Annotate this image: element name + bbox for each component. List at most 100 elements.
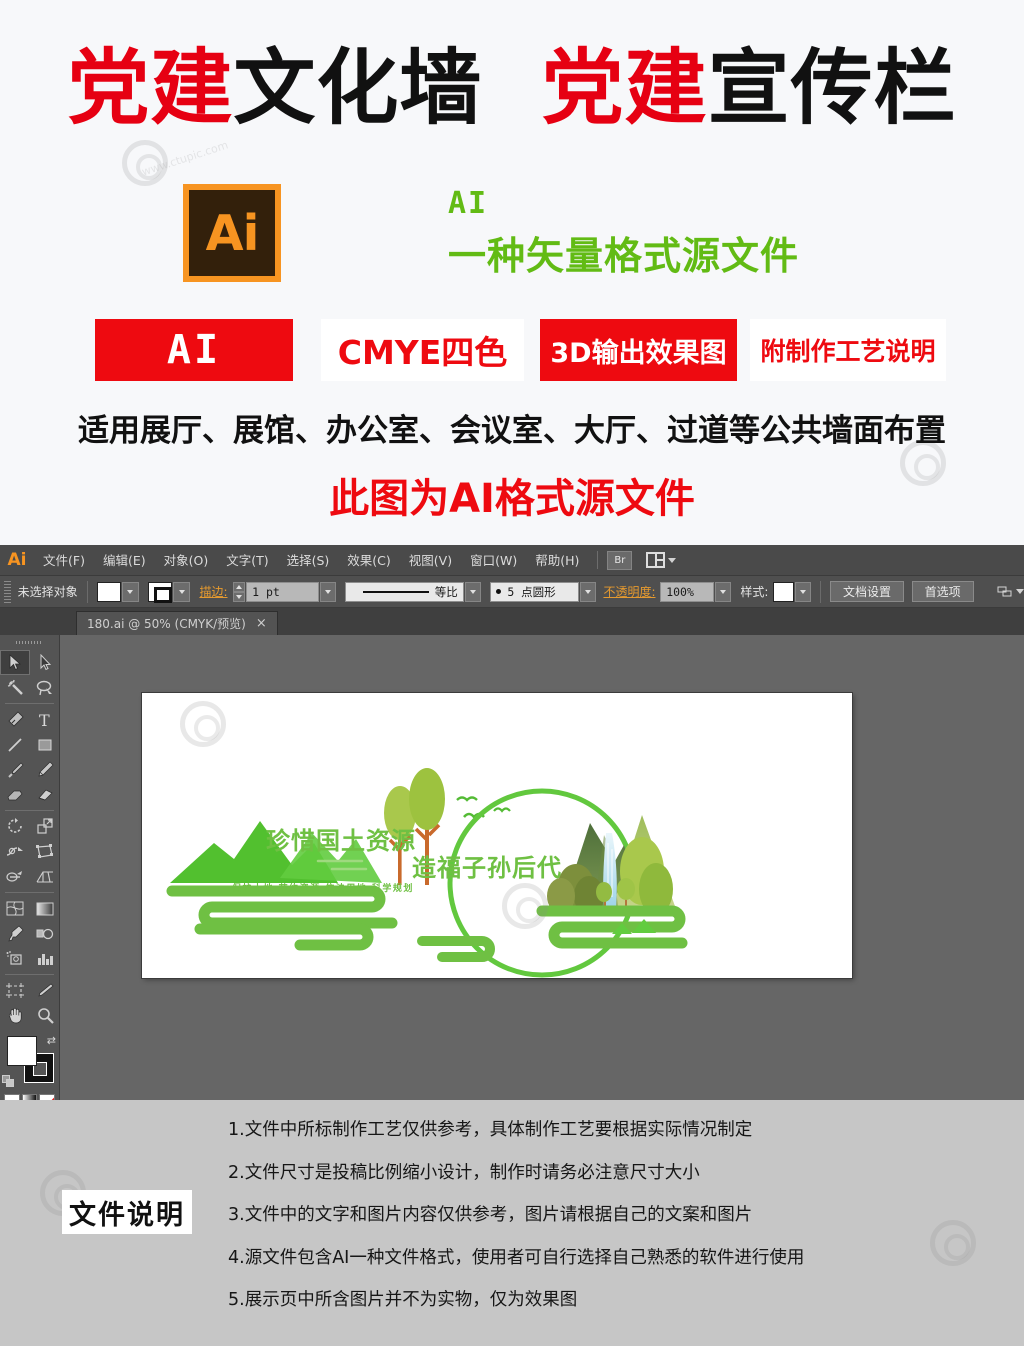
- tool-magic-wand[interactable]: [0, 675, 30, 700]
- list-item: 3.文件中的文字和图片内容仅供参考，图片请根据自己的文案和图片: [228, 1205, 753, 1225]
- toolbox-panel: T ⇄: [0, 635, 60, 1131]
- stroke-color-control[interactable]: [148, 581, 190, 603]
- stroke-profile-preview: [362, 590, 429, 593]
- tool-rectangle[interactable]: [30, 732, 60, 757]
- toolbox-divider: [5, 892, 54, 893]
- document-setup-button[interactable]: 文档设置: [830, 581, 905, 602]
- stroke-swatch[interactable]: [148, 581, 172, 603]
- arrange-grid-icon: [646, 552, 666, 568]
- stroke-label[interactable]: 描边:: [199, 583, 227, 600]
- badge-3d-output: 3D输出效果图: [540, 319, 737, 381]
- document-tab[interactable]: 180.ai @ 50% (CMYK/预览) ×: [76, 611, 278, 635]
- graphic-style-swatch[interactable]: [773, 581, 794, 602]
- hand-icon: [8, 1007, 22, 1024]
- menu-object[interactable]: 对象(O): [155, 545, 218, 576]
- tool-hand[interactable]: [0, 1003, 30, 1028]
- svg-text:T: T: [39, 712, 50, 728]
- fill-swatch[interactable]: [96, 581, 121, 602]
- tool-line-segment[interactable]: [0, 732, 30, 757]
- stepper-up-button[interactable]: [233, 581, 246, 592]
- tool-artboard[interactable]: [0, 978, 30, 1003]
- tool-gradient[interactable]: [30, 896, 60, 921]
- stroke-weight-stepper[interactable]: [233, 581, 246, 602]
- artboard-canvas[interactable]: 珍惜国土资源 造福子孙后代 保护土地 节约资源 依法用地 科学规划: [142, 693, 852, 978]
- tool-eyedropper[interactable]: [0, 921, 30, 946]
- brush-definition-select[interactable]: 5 点圆形: [490, 581, 579, 602]
- menu-effect[interactable]: 效果(C): [338, 545, 399, 576]
- scale-icon: [36, 818, 53, 834]
- opacity-input[interactable]: 100%: [660, 581, 714, 602]
- preferences-button[interactable]: 首选项: [911, 581, 974, 602]
- stepper-down-button[interactable]: [233, 591, 246, 602]
- tool-width[interactable]: [0, 839, 30, 864]
- tool-perspective-grid[interactable]: [30, 864, 60, 889]
- stroke-dropdown-button[interactable]: [173, 581, 190, 602]
- page-root: 党建文化墙 党建宣传栏 www.ctupic.com Ai AI 一种矢量格式源…: [0, 0, 1024, 1346]
- stroke-profile-select[interactable]: 等比: [345, 581, 464, 602]
- title-part-2: 文化墙: [233, 41, 483, 136]
- ai-format-line1: AI: [448, 186, 489, 221]
- opacity-label[interactable]: 不透明度:: [603, 583, 655, 600]
- tool-rotate[interactable]: [0, 814, 30, 839]
- swap-fill-stroke-icon[interactable]: ⇄: [47, 1034, 56, 1047]
- toolbox-grid: [0, 650, 59, 700]
- type-T-icon: T: [39, 712, 50, 728]
- tool-scale[interactable]: [30, 814, 60, 839]
- bridge-button[interactable]: Br: [607, 550, 633, 570]
- tool-blob-brush[interactable]: [0, 782, 30, 807]
- menu-window[interactable]: 窗口(W): [461, 545, 526, 576]
- tool-lasso[interactable]: [30, 675, 60, 700]
- toolbox-grip[interactable]: [16, 637, 43, 648]
- mesh-icon: [6, 901, 24, 916]
- stroke-weight-dropdown[interactable]: [319, 581, 336, 602]
- fill-color-control[interactable]: [96, 581, 139, 602]
- tool-blend[interactable]: [30, 921, 60, 946]
- direct-selection-arrow-icon: [40, 654, 51, 671]
- pencil-icon: [38, 761, 53, 777]
- tool-eraser[interactable]: [30, 782, 60, 807]
- tool-zoom[interactable]: [30, 1003, 60, 1028]
- toolbox-grid: T: [0, 707, 59, 807]
- close-icon[interactable]: ×: [256, 616, 267, 631]
- tool-selection[interactable]: [0, 650, 30, 675]
- menu-help[interactable]: 帮助(H): [526, 545, 588, 576]
- watermark-text: www.ctupic.com: [140, 138, 230, 179]
- align-options-button[interactable]: [997, 585, 1024, 599]
- badge-cmyk: CMYE四色: [321, 319, 524, 381]
- badge-craft-notes: 附制作工艺说明: [750, 319, 946, 381]
- tool-column-graph[interactable]: [30, 946, 60, 971]
- triangle-down-icon: [236, 594, 243, 599]
- stroke-profile-dropdown[interactable]: [464, 581, 481, 602]
- tool-slice[interactable]: [30, 978, 60, 1003]
- toolbox-divider: [5, 974, 54, 975]
- menu-type[interactable]: 文字(T): [217, 545, 277, 576]
- tool-mesh[interactable]: [0, 896, 30, 921]
- chevron-down-icon: [584, 589, 591, 594]
- tool-direct-selection[interactable]: [30, 650, 60, 675]
- brush-definition-dropdown[interactable]: [579, 581, 596, 602]
- menu-view[interactable]: 视图(V): [400, 545, 461, 576]
- tool-shape-builder[interactable]: [0, 864, 30, 889]
- magic-wand-icon: [7, 679, 23, 695]
- control-divider: [86, 580, 88, 603]
- chevron-down-icon: [719, 589, 726, 594]
- graphic-style-dropdown[interactable]: [794, 581, 812, 602]
- menu-select[interactable]: 选择(S): [278, 545, 339, 576]
- chevron-down-icon: [800, 589, 807, 594]
- default-fill-stroke-icon[interactable]: [2, 1075, 15, 1088]
- tool-pencil[interactable]: [30, 757, 60, 782]
- tool-type[interactable]: T: [30, 707, 60, 732]
- tool-paintbrush[interactable]: [0, 757, 30, 782]
- menu-edit[interactable]: 编辑(E): [94, 545, 155, 576]
- control-bar-grip[interactable]: [4, 580, 11, 603]
- menu-file[interactable]: 文件(F): [34, 545, 94, 576]
- opacity-dropdown[interactable]: [714, 581, 731, 602]
- tool-free-transform[interactable]: [30, 839, 60, 864]
- arrange-documents-button[interactable]: [646, 552, 677, 568]
- fill-dropdown-button[interactable]: [121, 581, 139, 602]
- list-item: 5.展示页中所含图片并不为实物，仅为效果图: [228, 1290, 578, 1310]
- tool-pen[interactable]: [0, 707, 30, 732]
- fill-color-box[interactable]: [7, 1036, 37, 1066]
- tool-symbol-sprayer[interactable]: [0, 946, 30, 971]
- stroke-weight-input[interactable]: 1 pt: [246, 581, 319, 602]
